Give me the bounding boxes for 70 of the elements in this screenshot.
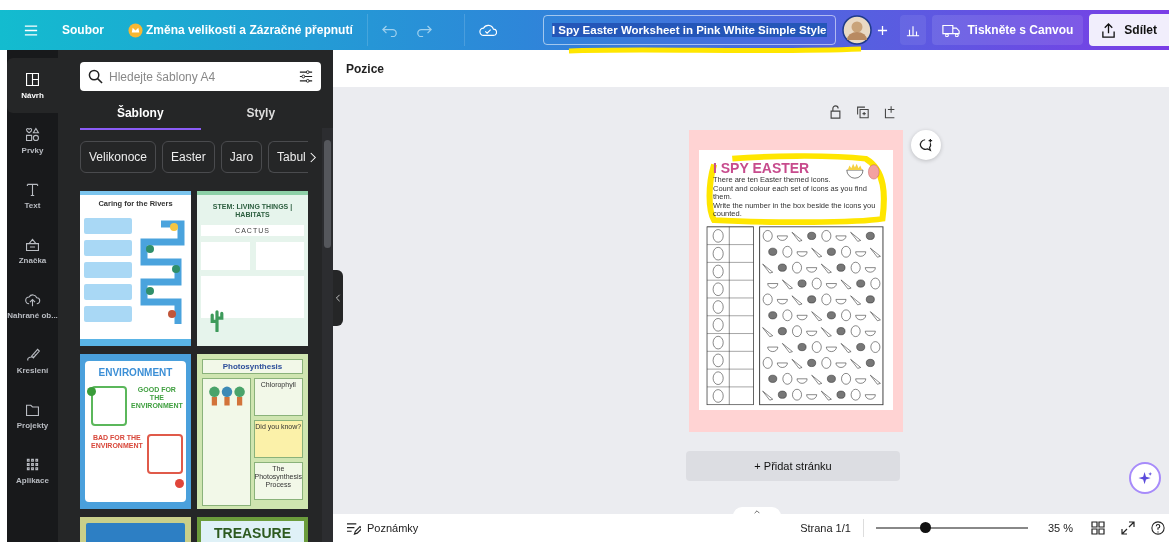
thumbs-down-icon (175, 479, 184, 488)
panel-tab[interactable]: Styly (200, 100, 321, 130)
analytics-button[interactable] (899, 15, 926, 45)
scrollbar[interactable] (322, 128, 333, 542)
fullscreen-icon[interactable] (1121, 521, 1135, 535)
sidebar-item[interactable]: Značka (7, 223, 58, 278)
comment-add-icon (918, 138, 934, 152)
bar-chart-icon (905, 23, 920, 37)
grid-view-icon[interactable] (1091, 521, 1105, 535)
search-icon (88, 69, 103, 84)
filter-chip[interactable]: Tabul (268, 141, 308, 173)
notes-button[interactable]: Poznámky (346, 521, 419, 535)
upload-icon (24, 291, 41, 308)
thumbs-up-icon (87, 387, 96, 396)
expand-pages-handle[interactable] (733, 507, 781, 516)
filter-icon[interactable] (299, 70, 313, 83)
answer-box (255, 242, 304, 270)
sidebar-item[interactable]: Aplikace (7, 443, 58, 498)
answer-box (84, 262, 132, 278)
page-indicator: Strana 1/1 (800, 522, 851, 534)
add-page-icon[interactable] (883, 105, 896, 119)
sidebar-item[interactable]: Projekty (7, 388, 58, 443)
add-collaborator-icon[interactable] (876, 24, 888, 36)
slider-thumb[interactable] (919, 522, 931, 533)
sidebar-item[interactable]: Nahrané ob... (7, 278, 58, 333)
crown-icon (128, 22, 143, 38)
document-title-field[interactable]: I Spy Easter Worksheet in Pink White Simple Style (542, 15, 836, 45)
notes-icon (346, 521, 361, 535)
sidebar-item[interactable]: Kreslení (7, 333, 58, 388)
answer-box (146, 434, 183, 474)
magic-button[interactable] (1129, 462, 1161, 494)
shapes-icon (24, 126, 41, 143)
share-button[interactable]: Sdílet (1089, 14, 1169, 46)
answer-box (84, 284, 132, 300)
cloud-check-icon[interactable] (478, 23, 497, 37)
avatar[interactable] (841, 15, 872, 45)
filter-chip[interactable]: Jaro (220, 141, 263, 173)
answer-box (84, 240, 132, 256)
pencil-icon (24, 346, 41, 363)
filter-chip[interactable]: Velikonoce (80, 141, 157, 173)
text-icon (24, 181, 41, 198)
sidebar-item[interactable]: Text (7, 168, 58, 223)
answer-box (84, 218, 132, 234)
answer-box (84, 306, 132, 322)
brand-kit-icon (24, 236, 41, 253)
duplicate-icon[interactable] (856, 105, 869, 119)
template-title: ENVIRONMENT (97, 367, 174, 378)
apps-icon (24, 456, 41, 473)
sidebar-item[interactable]: Návrh (7, 58, 58, 113)
sidebar-item[interactable]: Prvky (7, 113, 58, 168)
collapse-panel-handle[interactable] (333, 270, 343, 326)
zoom-reading: 35 % (1047, 522, 1073, 534)
filter-chip[interactable]: Easter (162, 141, 215, 173)
position-button[interactable]: Pozice (346, 61, 384, 76)
share-icon (1101, 22, 1117, 38)
search-field[interactable]: Hledejte šablony A4 (80, 62, 321, 91)
worksheet-title: I SPY EASTER (713, 160, 810, 176)
sparkle-icon (1137, 470, 1153, 486)
chevron-right-icon[interactable] (309, 151, 316, 163)
panel-tab[interactable]: Šablony (80, 100, 201, 130)
add-comment-button[interactable] (911, 130, 941, 160)
lock-icon[interactable] (829, 105, 842, 119)
print-button[interactable]: Tiskněte s Canvou (931, 15, 1084, 45)
help-icon[interactable] (1151, 521, 1165, 535)
add-page-button[interactable]: + Přidat stránku (686, 451, 900, 481)
truck-icon (941, 23, 960, 37)
answer-box (201, 242, 250, 270)
potted-plants-drawing (206, 384, 248, 406)
template-title: Photosynthesis (202, 359, 303, 374)
layout-icon (24, 71, 41, 88)
